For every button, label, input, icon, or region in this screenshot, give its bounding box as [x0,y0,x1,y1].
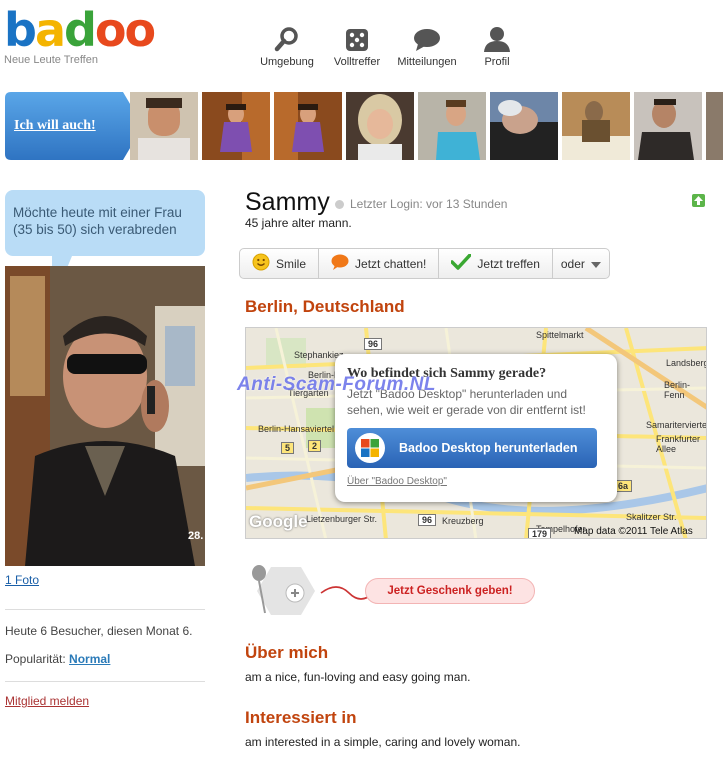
photo-count-link[interactable]: 1 Foto [5,573,39,587]
profile-name: Sammy [245,188,330,216]
map-place-label: Kreuzberg [442,516,484,526]
smile-label: Smile [276,256,307,271]
chat-now-button[interactable]: Jetzt chatten! [319,249,440,278]
popularity-label: Popularität: [5,652,66,666]
chat-bubble-icon [392,24,462,52]
member-thumbnail[interactable] [634,92,702,160]
map-place-label: Samariterviertel [646,420,707,430]
age-gender-line: 45 jahre alter mann. [245,216,352,230]
member-thumbnail[interactable] [274,92,342,160]
badoo-logo[interactable]: badoo Neue Leute Treffen [4,7,164,68]
about-badoo-desktop-link[interactable]: Über "Badoo Desktop" [347,476,605,487]
ich-will-auch-banner[interactable]: Ich will auch! [5,92,143,160]
nav-mitteilungen[interactable]: Mitteilungen [392,24,462,68]
road-badge: 179 [528,528,552,538]
more-options-label: oder [560,256,585,271]
member-thumbnail[interactable] [490,92,558,160]
nav-volltreffer-label: Volltreffer [333,56,381,68]
checkmark-icon [450,253,473,273]
member-thumbnail[interactable] [562,92,630,160]
status-message-bubble: Möchte heute mit einer Frau (35 bis 50) … [5,190,205,256]
download-button-label: Badoo Desktop herunterladen [399,441,578,455]
nav-umgebung-label: Umgebung [260,56,314,68]
search-icon [252,24,322,52]
popularity-value-link[interactable]: Normal [69,652,110,666]
divider [5,609,205,610]
map-place-label: Lietzenburger Str. [306,514,378,524]
last-login-text: Letzter Login: vor 13 Stunden [350,197,508,211]
map-place-label: Spittelmarkt [536,330,584,340]
last-login: Letzter Login: vor 13 Stunden [335,197,507,211]
logo-wordmark: badoo [4,7,164,53]
about-text: am a nice, fun-loving and easy going man… [245,670,471,684]
map-place-label: Landsberger [666,358,706,368]
map-place-label: Berlin-Fenn [664,380,691,400]
nav-umgebung[interactable]: Umgebung [252,24,322,68]
chevron-down-icon [590,257,601,271]
member-thumbnail[interactable] [130,92,198,160]
logo-letter-a: a [34,3,66,57]
logo-letter-b: b [4,3,37,57]
road-badge: 2 [308,440,322,452]
google-logo: Google [249,512,308,531]
offline-status-dot-icon [335,199,344,209]
person-icon [462,24,532,52]
more-options-dropdown[interactable]: oder [553,249,609,278]
member-photo-strip: Ich will auch! [0,91,723,161]
logo-letter-d: d [63,3,97,57]
ich-will-auch-link[interactable]: Ich will auch! [14,118,96,134]
photo-caption: 28. [188,530,204,542]
member-thumbnail[interactable] [418,92,486,160]
smile-button[interactable]: Smile [240,249,320,278]
divider [5,681,205,682]
popularity-row: Popularität: Normal [5,652,110,666]
road-badge: 5 [281,442,295,454]
smiley-icon [252,253,270,274]
nav-volltreffer[interactable]: Volltreffer [322,24,392,68]
top-nav: Umgebung Volltreffer Mitteilungen Profil [252,24,532,68]
visitor-stats: Heute 6 Besucher, diesen Monat 6. [5,624,193,638]
map-place-label: Skalitzer Str. [626,512,677,522]
member-thumbnail[interactable] [706,92,723,160]
logo-letter-o1: o [94,3,127,57]
chat-bubble-orange-icon [331,254,349,273]
nav-mitteilungen-label: Mitteilungen [397,56,457,68]
interests-text: am interested in a simple, caring and lo… [245,735,521,749]
nav-profil[interactable]: Profil [462,24,532,68]
map-place-label: Frankfurter Allee [656,434,701,454]
interests-heading: Interessiert in [245,708,357,727]
map-credit: Map data ©2011 Tele Atlas [574,526,693,537]
logo-letter-o2: o [124,3,157,57]
chat-now-label: Jetzt chatten! [355,256,427,271]
report-member-link[interactable]: Mitglied melden [5,694,89,708]
meet-now-label: Jetzt treffen [477,256,540,271]
about-heading: Über mich [245,643,329,662]
watermark: Anti-Scam-Forum.NL [237,374,436,395]
location-heading: Berlin, Deutschland [245,297,405,316]
arrow-up-icon[interactable] [692,194,705,207]
dice-icon [322,24,392,52]
download-badoo-desktop-button[interactable]: Badoo Desktop herunterladen [347,428,597,468]
road-badge: 96 [364,338,383,350]
give-gift-button[interactable]: Jetzt Geschenk geben! [365,578,535,604]
map-place-label: Berlin-Hansaviertel [258,424,335,434]
road-badge: 96 [418,514,437,526]
nav-profil-label: Profil [484,56,510,68]
profile-photo[interactable]: 28. [5,266,205,566]
member-thumbnail[interactable] [346,92,414,160]
windows-logo-icon [355,433,385,463]
action-bar: Smile Jetzt chatten! Jetzt treffen oder [239,248,610,279]
member-thumbnail[interactable] [202,92,270,160]
meet-now-button[interactable]: Jetzt treffen [439,249,553,278]
